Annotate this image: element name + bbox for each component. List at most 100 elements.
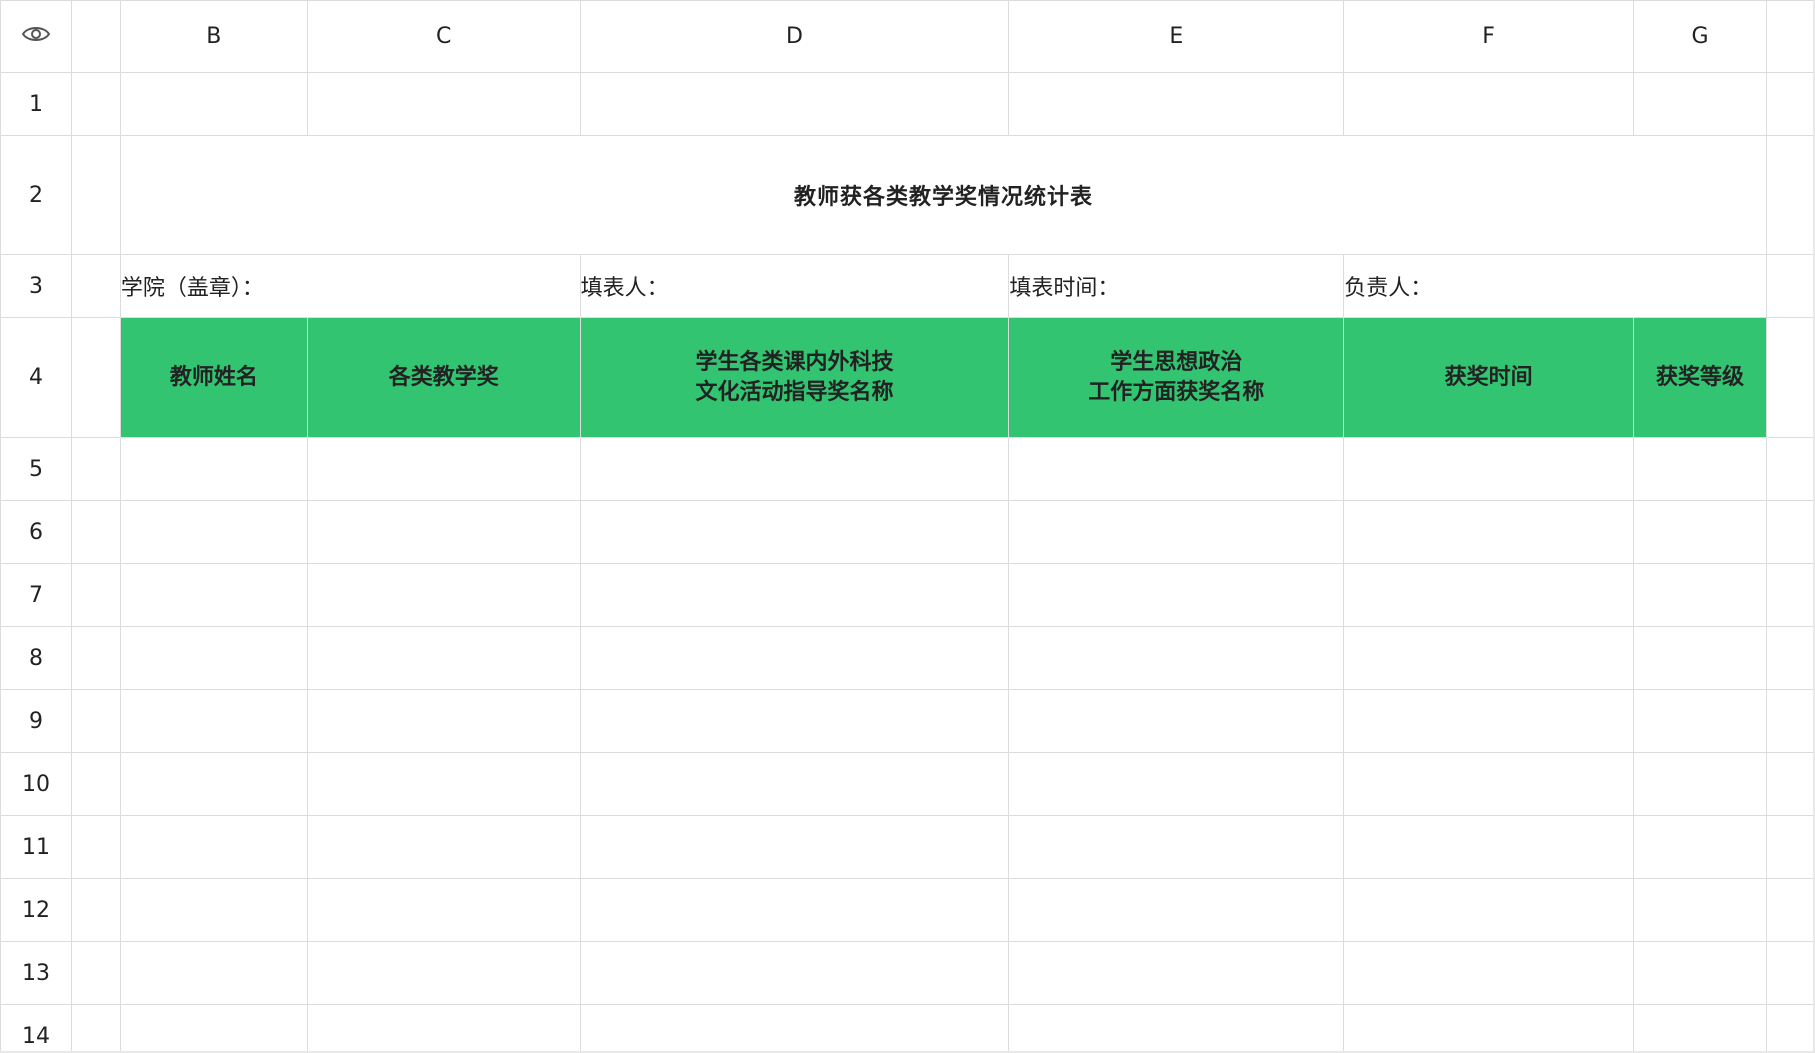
- cell[interactable]: [1765, 437, 1815, 501]
- cell[interactable]: [70, 317, 121, 438]
- select-all-corner[interactable]: [0, 0, 72, 73]
- data-cell[interactable]: [306, 437, 581, 501]
- data-cell[interactable]: [119, 563, 308, 627]
- column-header-c[interactable]: C: [306, 0, 581, 73]
- cell[interactable]: [70, 1004, 121, 1053]
- row-header[interactable]: 1: [0, 72, 72, 136]
- data-cell[interactable]: [306, 563, 581, 627]
- header-guidance-awards[interactable]: 学生各类课内外科技 文化活动指导奖名称: [579, 317, 1010, 438]
- data-cell[interactable]: [1633, 815, 1767, 879]
- data-cell[interactable]: [306, 500, 581, 564]
- data-cell[interactable]: [1008, 689, 1345, 753]
- data-cell[interactable]: [1008, 563, 1345, 627]
- cell[interactable]: [1343, 72, 1635, 136]
- cell[interactable]: [1765, 1004, 1815, 1053]
- cell[interactable]: [70, 752, 121, 816]
- row-header[interactable]: 12: [0, 878, 72, 942]
- data-cell[interactable]: [119, 626, 308, 690]
- data-cell[interactable]: [1343, 626, 1635, 690]
- row-header[interactable]: 7: [0, 563, 72, 627]
- header-teaching-awards[interactable]: 各类教学奖: [306, 317, 581, 438]
- row-header[interactable]: 2: [0, 135, 72, 255]
- data-cell[interactable]: [1633, 626, 1767, 690]
- cell[interactable]: [70, 689, 121, 753]
- data-cell[interactable]: [1008, 437, 1345, 501]
- data-cell[interactable]: [1633, 1004, 1767, 1053]
- cell[interactable]: [306, 72, 581, 136]
- cell[interactable]: [70, 878, 121, 942]
- column-header-d[interactable]: D: [579, 0, 1010, 73]
- row-header[interactable]: 9: [0, 689, 72, 753]
- header-ideological-awards[interactable]: 学生思想政治 工作方面获奖名称: [1008, 317, 1345, 438]
- data-cell[interactable]: [1008, 878, 1345, 942]
- data-cell[interactable]: [579, 878, 1010, 942]
- data-cell[interactable]: [1008, 1004, 1345, 1053]
- data-cell[interactable]: [1008, 941, 1345, 1005]
- cell[interactable]: [1765, 254, 1815, 318]
- sheet-title[interactable]: 教师获各类教学奖情况统计表: [119, 135, 1767, 255]
- college-stamp-label[interactable]: 学院（盖章）：: [119, 254, 581, 318]
- cell[interactable]: [70, 254, 121, 318]
- data-cell[interactable]: [1008, 500, 1345, 564]
- data-cell[interactable]: [579, 626, 1010, 690]
- data-cell[interactable]: [1633, 437, 1767, 501]
- row-header[interactable]: 6: [0, 500, 72, 564]
- header-award-level[interactable]: 获奖等级: [1633, 317, 1767, 438]
- data-cell[interactable]: [306, 941, 581, 1005]
- column-header-g[interactable]: G: [1633, 0, 1767, 73]
- cell[interactable]: [70, 500, 121, 564]
- data-cell[interactable]: [119, 1004, 308, 1053]
- data-cell[interactable]: [1633, 752, 1767, 816]
- cell[interactable]: [70, 72, 121, 136]
- data-cell[interactable]: [1343, 878, 1635, 942]
- data-cell[interactable]: [1343, 1004, 1635, 1053]
- cell[interactable]: [1765, 563, 1815, 627]
- data-cell[interactable]: [119, 437, 308, 501]
- cell[interactable]: [119, 72, 308, 136]
- data-cell[interactable]: [119, 689, 308, 753]
- data-cell[interactable]: [579, 815, 1010, 879]
- data-cell[interactable]: [119, 878, 308, 942]
- cell[interactable]: [70, 135, 121, 255]
- row-header[interactable]: 11: [0, 815, 72, 879]
- cell[interactable]: [70, 941, 121, 1005]
- cell[interactable]: [1765, 752, 1815, 816]
- header-award-time[interactable]: 获奖时间: [1343, 317, 1635, 438]
- cell[interactable]: [1765, 878, 1815, 942]
- data-cell[interactable]: [306, 626, 581, 690]
- cell[interactable]: [1765, 815, 1815, 879]
- data-cell[interactable]: [579, 941, 1010, 1005]
- cell[interactable]: [70, 437, 121, 501]
- data-cell[interactable]: [1343, 437, 1635, 501]
- responsible-label[interactable]: 负责人：: [1343, 254, 1767, 318]
- data-cell[interactable]: [1343, 563, 1635, 627]
- data-cell[interactable]: [579, 500, 1010, 564]
- header-teacher-name[interactable]: 教师姓名: [119, 317, 308, 438]
- eye-icon[interactable]: [21, 24, 51, 50]
- data-cell[interactable]: [1008, 752, 1345, 816]
- cell[interactable]: [1765, 317, 1815, 438]
- data-cell[interactable]: [306, 752, 581, 816]
- cell[interactable]: [70, 563, 121, 627]
- filler-label[interactable]: 填表人：: [579, 254, 1010, 318]
- data-cell[interactable]: [1633, 878, 1767, 942]
- row-header[interactable]: 14: [0, 1004, 72, 1053]
- column-header-h[interactable]: [1765, 0, 1815, 73]
- column-header-f[interactable]: F: [1343, 0, 1635, 73]
- data-cell[interactable]: [306, 815, 581, 879]
- cell[interactable]: [1765, 626, 1815, 690]
- row-header[interactable]: 5: [0, 437, 72, 501]
- row-header[interactable]: 3: [0, 254, 72, 318]
- data-cell[interactable]: [1343, 500, 1635, 564]
- data-cell[interactable]: [1343, 815, 1635, 879]
- data-cell[interactable]: [1633, 689, 1767, 753]
- row-header[interactable]: 8: [0, 626, 72, 690]
- data-cell[interactable]: [119, 941, 308, 1005]
- data-cell[interactable]: [119, 815, 308, 879]
- data-cell[interactable]: [1633, 941, 1767, 1005]
- row-header[interactable]: 10: [0, 752, 72, 816]
- data-cell[interactable]: [306, 1004, 581, 1053]
- data-cell[interactable]: [1633, 500, 1767, 564]
- column-header-e[interactable]: E: [1008, 0, 1345, 73]
- cell[interactable]: [1633, 72, 1767, 136]
